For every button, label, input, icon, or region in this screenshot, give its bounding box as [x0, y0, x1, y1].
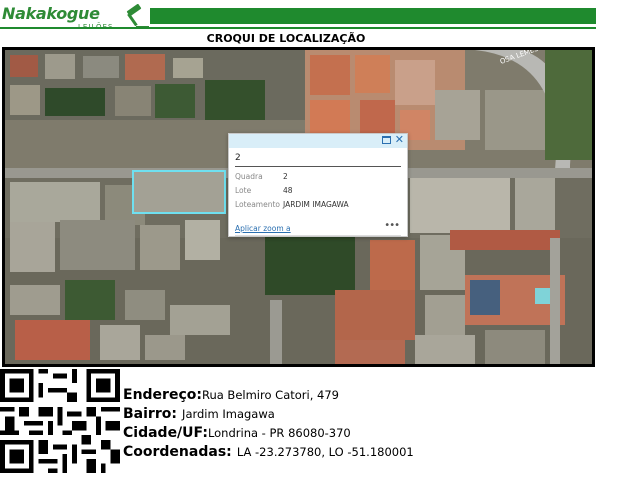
neighborhood-value: Jardim Imagawa — [182, 407, 275, 421]
city-label: Cidade/UF: — [123, 425, 208, 441]
attribute-value: JARDIM IMAGAWA — [283, 200, 349, 209]
city-value: Londrina - PR 86080-370 — [207, 426, 351, 440]
page-title: CROQUI DE LOCALIZAÇÃO — [206, 32, 366, 45]
maximize-icon[interactable] — [382, 136, 391, 144]
attribute-row-quadra: Quadra 2 — [235, 172, 288, 181]
header-divider — [0, 27, 596, 29]
address-line: Endereço:Rua Belmiro Catori, 479 — [123, 384, 339, 403]
zoom-to-link[interactable]: Aplicar zoom a — [235, 224, 291, 233]
attribute-key: Lote — [235, 186, 252, 195]
attribute-key: Quadra — [235, 172, 263, 181]
city-line: Cidade/UF:Londrina - PR 86080-370 — [123, 422, 351, 441]
attribute-value: 2 — [283, 172, 288, 181]
coordinates-label: Coordenadas: — [123, 444, 232, 460]
more-options-icon[interactable]: ••• — [384, 220, 400, 231]
feature-popup[interactable]: ✕ 2 Quadra 2 Lote 48 Loteamento JARDIM IMAG… — [228, 133, 408, 237]
coordinates-value: LA -23.273780, LO -51.180001 — [236, 445, 414, 459]
popup-title: 2 — [235, 153, 241, 163]
attribute-value: 48 — [283, 186, 293, 195]
brand-name: Nakakogue — [2, 4, 100, 23]
attribute-row-lote: Lote 48 — [235, 186, 293, 195]
attribute-key: Loteamento — [235, 200, 280, 209]
neighborhood-label: Bairro: — [123, 406, 177, 422]
neighborhood-line: Bairro: Jardim Imagawa — [123, 403, 275, 422]
popup-titlebar: ✕ — [229, 133, 407, 148]
close-icon[interactable]: ✕ — [395, 133, 404, 147]
header-bar — [150, 8, 596, 24]
qr-code-icon — [0, 369, 120, 473]
popup-footer-line — [235, 235, 401, 236]
popup-divider — [235, 166, 401, 167]
coordinates-line: Coordenadas: LA -23.273780, LO -51.18000… — [123, 441, 414, 460]
address-value: Rua Belmiro Catori, 479 — [201, 388, 339, 402]
address-label: Endereço: — [123, 387, 202, 403]
attribute-row-loteamento: Loteamento JARDIM IMAGAWA — [235, 200, 349, 209]
